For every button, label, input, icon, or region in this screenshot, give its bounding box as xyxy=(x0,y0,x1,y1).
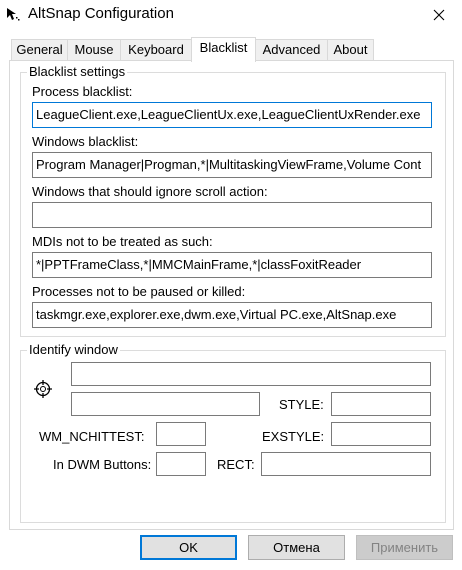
nchittest-label: WM_NCHITTEST: xyxy=(39,429,145,444)
close-icon xyxy=(433,9,445,21)
window-class-field[interactable] xyxy=(71,362,431,386)
style-field[interactable] xyxy=(331,392,431,416)
mdi-input[interactable]: *|PPTFrameClass,*|MMCMainFrame,*|classFo… xyxy=(32,252,432,278)
process-blacklist-input[interactable]: LeagueClient.exe,LeagueClientUx.exe,Leag… xyxy=(32,102,432,128)
close-button[interactable] xyxy=(416,0,462,30)
tab-mouse[interactable]: Mouse xyxy=(67,39,121,61)
tab-general[interactable]: General xyxy=(11,39,68,61)
window-title: AltSnap Configuration xyxy=(28,5,174,22)
style-label: STYLE: xyxy=(279,397,324,412)
nchittest-field[interactable] xyxy=(156,422,206,446)
apply-button[interactable]: Применить xyxy=(356,535,453,560)
process-blacklist-label: Process blacklist: xyxy=(32,84,133,99)
tab-advanced[interactable]: Advanced xyxy=(255,39,328,61)
scroll-ignore-input[interactable] xyxy=(32,202,432,228)
tab-strip: General Mouse Keyboard Blacklist Advance… xyxy=(0,37,462,62)
dwm-buttons-field[interactable] xyxy=(156,452,206,476)
identify-window-group: Identify window STYLE: WM_NCHITTEST: EXS… xyxy=(20,342,446,523)
altsnap-cursor-icon xyxy=(7,8,20,21)
scroll-ignore-label: Windows that should ignore scroll action… xyxy=(32,184,268,199)
blacklist-settings-group: Blacklist settings Process blacklist: Le… xyxy=(20,64,446,337)
no-pause-input[interactable]: taskmgr.exe,explorer.exe,dwm.exe,Virtual… xyxy=(32,302,432,328)
cancel-button[interactable]: Отмена xyxy=(248,535,345,560)
tab-keyboard[interactable]: Keyboard xyxy=(120,39,192,61)
tab-blacklist[interactable]: Blacklist xyxy=(191,37,256,62)
rect-label: RECT: xyxy=(217,457,255,472)
identify-window-title: Identify window xyxy=(27,342,120,357)
ok-button[interactable]: OK xyxy=(140,535,237,560)
exstyle-field[interactable] xyxy=(331,422,431,446)
dwm-buttons-label: In DWM Buttons: xyxy=(53,457,152,472)
window-title-field[interactable] xyxy=(71,392,260,416)
crosshair-finder-icon xyxy=(34,380,52,398)
exstyle-label: EXSTYLE: xyxy=(262,429,325,444)
title-bar: AltSnap Configuration xyxy=(0,0,462,30)
blacklist-settings-title: Blacklist settings xyxy=(27,64,128,79)
no-pause-label: Processes not to be paused or killed: xyxy=(32,284,246,299)
mdi-label: MDIs not to be treated as such: xyxy=(32,234,213,249)
windows-blacklist-input[interactable]: Program Manager|Progman,*|MultitaskingVi… xyxy=(32,152,432,178)
window-finder-tool[interactable] xyxy=(34,380,52,398)
blacklist-panel: Blacklist settings Process blacklist: Le… xyxy=(9,60,454,530)
windows-blacklist-label: Windows blacklist: xyxy=(32,134,139,149)
tab-about[interactable]: About xyxy=(327,39,374,61)
rect-field[interactable] xyxy=(261,452,431,476)
